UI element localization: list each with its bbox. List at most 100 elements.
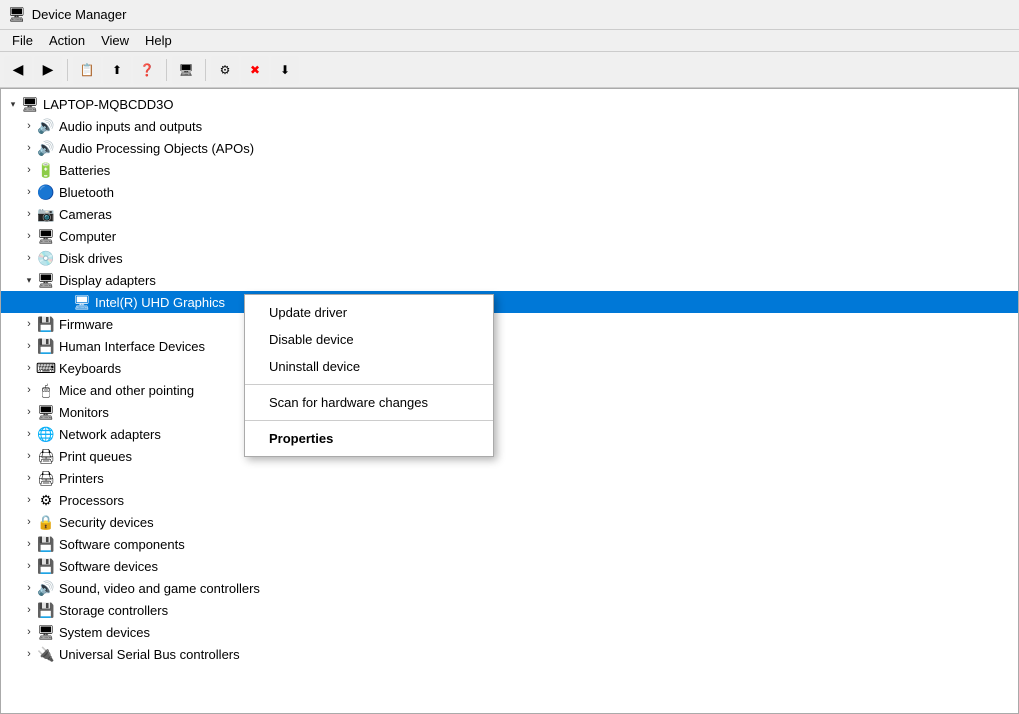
mice-label: Mice and other pointing <box>59 383 194 398</box>
toolbar-sep-2 <box>166 59 167 81</box>
tree-item-computer[interactable]: ›🖥Computer <box>1 225 1018 247</box>
app-icon: 🖥 <box>8 6 26 23</box>
tree-item-system-devices[interactable]: ›🖥System devices <box>1 621 1018 643</box>
help-button[interactable]: ❓ <box>133 56 161 84</box>
menu-help[interactable]: Help <box>137 31 180 50</box>
software-components-icon: 💾 <box>37 535 55 553</box>
menu-file[interactable]: File <box>4 31 41 50</box>
tree-item-firmware[interactable]: ›💾Firmware <box>1 313 1018 335</box>
keyboards-icon: ⌨ <box>37 359 55 377</box>
properties-button[interactable]: 📋 <box>73 56 101 84</box>
ctx-disable-device[interactable]: Disable device <box>245 326 493 353</box>
title-bar: 🖥 Device Manager <box>0 0 1019 30</box>
hid-icon: 💾 <box>37 337 55 355</box>
expand-arrow-intel-uhd[interactable] <box>57 294 73 310</box>
expand-arrow-bluetooth[interactable]: › <box>21 184 37 200</box>
expand-arrow-security-devices[interactable]: › <box>21 514 37 530</box>
expand-arrow-print-queues[interactable]: › <box>21 448 37 464</box>
expand-arrow-storage-controllers[interactable]: › <box>21 602 37 618</box>
tree-item-audio-inputs[interactable]: ›🔊Audio inputs and outputs <box>1 115 1018 137</box>
tree-item-intel-uhd[interactable]: 🖥Intel(R) UHD Graphics <box>1 291 1018 313</box>
tree-item-display-adapters[interactable]: ▾🖥Display adapters <box>1 269 1018 291</box>
expand-arrow-processors[interactable]: › <box>21 492 37 508</box>
expand-arrow-software-devices[interactable]: › <box>21 558 37 574</box>
tree-item-software-devices[interactable]: ›💾Software devices <box>1 555 1018 577</box>
tree-item-monitors[interactable]: ›🖥Monitors <box>1 401 1018 423</box>
expand-arrow-batteries[interactable]: › <box>21 162 37 178</box>
menu-view[interactable]: View <box>93 31 137 50</box>
scan-hardware-button[interactable]: 🖥 <box>172 56 200 84</box>
ctx-uninstall-device[interactable]: Uninstall device <box>245 353 493 380</box>
tree-item-printers[interactable]: ›🖨Printers <box>1 467 1018 489</box>
expand-arrow-audio-inputs[interactable]: › <box>21 118 37 134</box>
ctx-properties[interactable]: Properties <box>245 425 493 452</box>
tree-item-security-devices[interactable]: ›🔒Security devices <box>1 511 1018 533</box>
audio-processing-icon: 🔊 <box>37 139 55 157</box>
tree-item-storage-controllers[interactable]: ›💾Storage controllers <box>1 599 1018 621</box>
sound-video-icon: 🔊 <box>37 579 55 597</box>
main-panel: ▾ 🖥 LAPTOP-MQBCDD3O ›🔊Audio inputs and o… <box>0 88 1019 714</box>
tree-item-usb-controllers[interactable]: ›🔌Universal Serial Bus controllers <box>1 643 1018 665</box>
disk-drives-icon: 💿 <box>37 249 55 267</box>
tree-item-keyboards[interactable]: ›⌨Keyboards <box>1 357 1018 379</box>
network-adapters-icon: 🌐 <box>37 425 55 443</box>
tree-item-hid[interactable]: ›💾Human Interface Devices <box>1 335 1018 357</box>
device-tree[interactable]: ▾ 🖥 LAPTOP-MQBCDD3O ›🔊Audio inputs and o… <box>1 89 1018 713</box>
ctx-scan-hardware[interactable]: Scan for hardware changes <box>245 389 493 416</box>
expand-arrow-monitors[interactable]: › <box>21 404 37 420</box>
bluetooth-icon: 🔵 <box>37 183 55 201</box>
monitors-icon: 🖥 <box>37 403 55 421</box>
toolbar-sep-1 <box>67 59 68 81</box>
processors-label: Processors <box>59 493 124 508</box>
toolbar-sep-3 <box>205 59 206 81</box>
computer-icon: 🖥 <box>37 227 55 245</box>
expand-arrow-disk-drives[interactable]: › <box>21 250 37 266</box>
tree-item-cameras[interactable]: ›📷Cameras <box>1 203 1018 225</box>
processors-icon: ⚙ <box>37 491 55 509</box>
ctx-sep-uninstall-device <box>245 384 493 385</box>
toolbar: ◀ ▶ 📋 ⬆ ❓ 🖥 ⚙ ✖ ⬇ <box>0 52 1019 88</box>
tree-item-print-queues[interactable]: ›🖨Print queues <box>1 445 1018 467</box>
expand-arrow-software-components[interactable]: › <box>21 536 37 552</box>
expand-arrow-printers[interactable]: › <box>21 470 37 486</box>
security-devices-label: Security devices <box>59 515 154 530</box>
root-expand-arrow[interactable]: ▾ <box>5 96 21 112</box>
network-adapters-label: Network adapters <box>59 427 161 442</box>
update-driver-button[interactable]: ⬆ <box>103 56 131 84</box>
software-devices-label: Software devices <box>59 559 158 574</box>
tree-item-bluetooth[interactable]: ›🔵 Bluetooth <box>1 181 1018 203</box>
back-button[interactable]: ◀ <box>4 56 32 84</box>
expand-arrow-mice[interactable]: › <box>21 382 37 398</box>
tree-item-mice[interactable]: ›🖱Mice and other pointing <box>1 379 1018 401</box>
software-components-label: Software components <box>59 537 185 552</box>
menu-action[interactable]: Action <box>41 31 93 50</box>
expand-arrow-cameras[interactable]: › <box>21 206 37 222</box>
expand-arrow-audio-processing[interactable]: › <box>21 140 37 156</box>
tree-item-audio-processing[interactable]: ›🔊Audio Processing Objects (APOs) <box>1 137 1018 159</box>
disable-button[interactable]: ⬇ <box>271 56 299 84</box>
expand-arrow-firmware[interactable]: › <box>21 316 37 332</box>
expand-arrow-network-adapters[interactable]: › <box>21 426 37 442</box>
expand-arrow-display-adapters[interactable]: ▾ <box>21 272 37 288</box>
disk-drives-label: Disk drives <box>59 251 123 266</box>
tree-root[interactable]: ▾ 🖥 LAPTOP-MQBCDD3O <box>1 93 1018 115</box>
tree-item-sound-video[interactable]: ›🔊Sound, video and game controllers <box>1 577 1018 599</box>
uninstall-button[interactable]: ✖ <box>241 56 269 84</box>
tree-item-software-components[interactable]: ›💾 Software components <box>1 533 1018 555</box>
forward-button[interactable]: ▶ <box>34 56 62 84</box>
expand-arrow-system-devices[interactable]: › <box>21 624 37 640</box>
tree-item-network-adapters[interactable]: ›🌐 Network adapters <box>1 423 1018 445</box>
bluetooth-label: Bluetooth <box>59 185 114 200</box>
display-adapters-label: Display adapters <box>59 273 156 288</box>
expand-arrow-computer[interactable]: › <box>21 228 37 244</box>
expand-arrow-keyboards[interactable]: › <box>21 360 37 376</box>
add-device-button[interactable]: ⚙ <box>211 56 239 84</box>
printers-icon: 🖨 <box>37 469 55 487</box>
tree-item-batteries[interactable]: ›🔋Batteries <box>1 159 1018 181</box>
tree-item-processors[interactable]: ›⚙ Processors <box>1 489 1018 511</box>
expand-arrow-usb-controllers[interactable]: › <box>21 646 37 662</box>
ctx-update-driver[interactable]: Update driver <box>245 299 493 326</box>
expand-arrow-hid[interactable]: › <box>21 338 37 354</box>
tree-item-disk-drives[interactable]: ›💿 Disk drives <box>1 247 1018 269</box>
expand-arrow-sound-video[interactable]: › <box>21 580 37 596</box>
